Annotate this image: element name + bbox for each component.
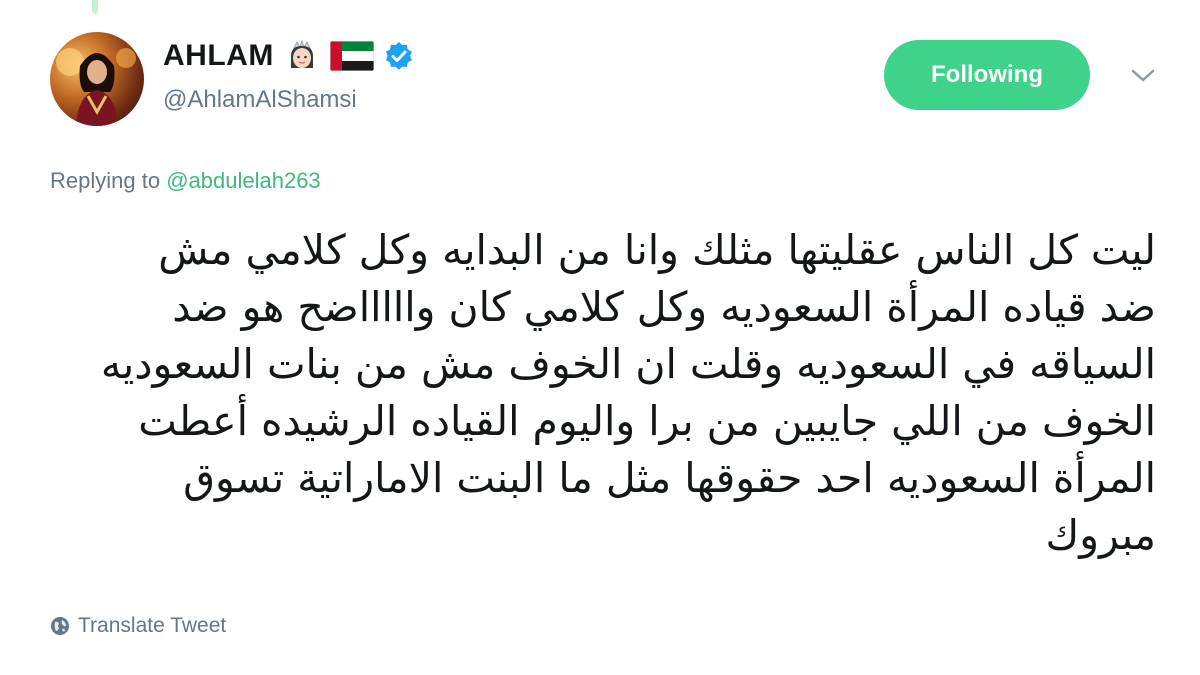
verified-badge-icon: [384, 41, 414, 71]
replying-to: Replying to @abdulelah263: [50, 168, 321, 194]
replying-prefix: Replying to: [50, 168, 161, 193]
reply-mention-link[interactable]: @abdulelah263: [166, 168, 320, 193]
tweet-text-line: مبروك: [1045, 511, 1156, 559]
chevron-down-icon[interactable]: [1128, 64, 1158, 88]
tweet-text-line: ضد قياده المرأة السعوديه وكل كلامي كان و…: [172, 283, 1156, 331]
thread-connector: [92, 0, 98, 14]
display-name[interactable]: AHLAM: [163, 39, 274, 73]
translate-label: Translate Tweet: [78, 614, 227, 637]
tweet-card: AHLAM @AhlamAlShamsi Following Replying …: [0, 0, 1200, 675]
translate-tweet-link[interactable]: Translate Tweet: [50, 614, 226, 638]
following-button[interactable]: Following: [884, 40, 1090, 110]
avatar-image: [56, 48, 136, 126]
tweet-text-line: ليت كل الناس عقليتها مثلك وانا من البداي…: [158, 226, 1156, 274]
name-row: AHLAM: [163, 36, 414, 76]
tweet-text: ليت كل الناس عقليتها مثلك وانا من البداي…: [36, 222, 1156, 564]
princess-emoji-icon: [284, 38, 320, 74]
tweet-text-line: المرأة السعوديه احد حقوقها مثل ما البنت …: [183, 454, 1156, 502]
user-handle[interactable]: @AhlamAlShamsi: [163, 86, 357, 114]
uae-flag-icon: [329, 41, 374, 71]
avatar[interactable]: [50, 32, 144, 126]
tweet-text-line: الخوف من اللي جايبين من برا واليوم القيا…: [138, 397, 1156, 445]
globe-icon: [50, 616, 70, 636]
tweet-text-line: السياقه في السعوديه وقلت ان الخوف مش من …: [100, 340, 1156, 388]
